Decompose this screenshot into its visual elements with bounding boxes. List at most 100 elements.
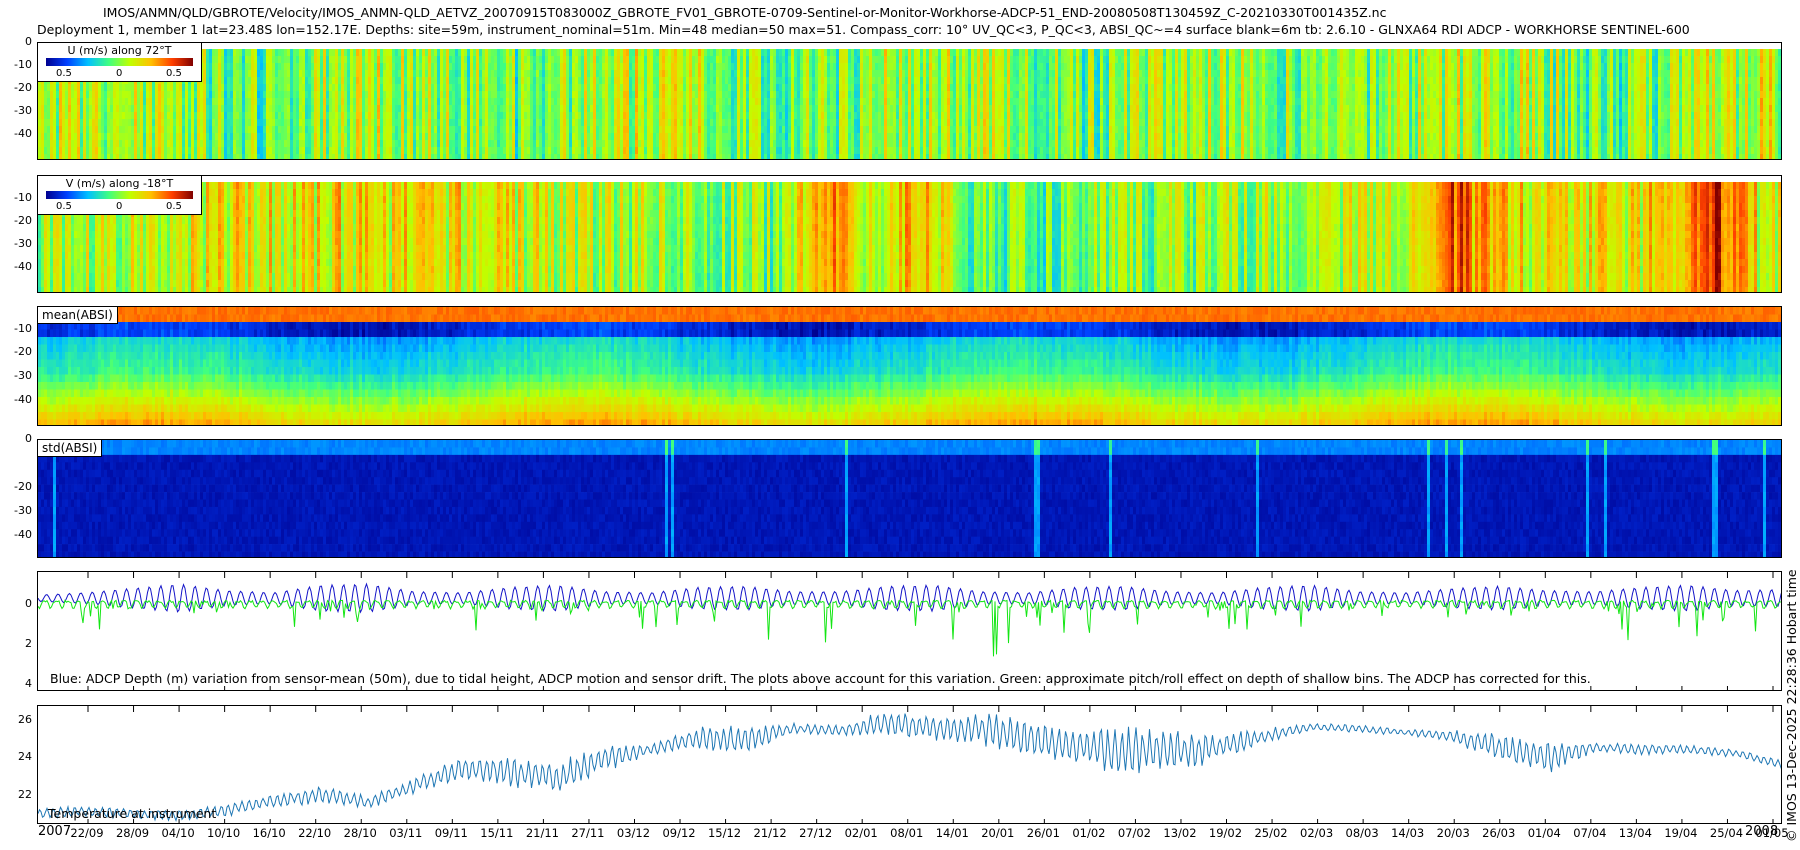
u-heatmap-cell	[662, 154, 666, 159]
u-heatmap-cell	[548, 98, 552, 106]
u-heatmap-cell	[293, 77, 297, 85]
u-heatmap-cell	[380, 154, 384, 159]
u-heatmap-cell	[314, 133, 318, 141]
u-heatmap-cell	[320, 119, 324, 127]
u-heatmap-cell	[575, 126, 579, 134]
u-heatmap-cell	[605, 77, 609, 85]
u-heatmap-cell	[50, 126, 54, 134]
u-heatmap-cell	[242, 126, 246, 134]
u-heatmap-cell	[926, 105, 930, 113]
u-heatmap-cell	[329, 49, 333, 57]
u-heatmap-cell	[590, 154, 594, 159]
u-heatmap-cell	[308, 49, 312, 57]
u-heatmap-cell	[68, 140, 72, 148]
u-heatmap-cell	[644, 147, 648, 155]
u-heatmap-cell	[539, 98, 543, 106]
u-heatmap-cell	[341, 70, 345, 78]
u-heatmap-cell	[866, 119, 870, 127]
u-heatmap-cell	[929, 56, 933, 64]
u-heatmap-cell	[740, 154, 744, 159]
u-heatmap-cell	[401, 63, 405, 71]
u-heatmap-cell	[884, 112, 888, 120]
u-heatmap-cell	[854, 84, 858, 92]
u-heatmap-cell	[413, 70, 417, 78]
u-heatmap-cell	[353, 63, 357, 71]
u-heatmap-cell	[374, 56, 378, 64]
u-heatmap-cell	[476, 112, 480, 120]
u-heatmap-cell	[554, 84, 558, 92]
u-heatmap-cell	[257, 91, 261, 99]
u-heatmap-cell	[95, 98, 99, 106]
u-heatmap-cell	[854, 154, 858, 159]
u-heatmap-cell	[833, 91, 837, 99]
u-heatmap-cell	[839, 56, 843, 64]
u-heatmap-cell	[485, 140, 489, 148]
u-heatmap-cell	[776, 91, 780, 99]
u-heatmap-cell	[485, 91, 489, 99]
u-heatmap-cell	[440, 56, 444, 64]
u-heatmap-cell	[764, 140, 768, 148]
u-heatmap-cell	[320, 49, 324, 57]
u-heatmap-cell	[335, 112, 339, 120]
u-heatmap-cell	[401, 84, 405, 92]
u-heatmap-cell	[362, 147, 366, 155]
u-heatmap-cell	[422, 105, 426, 113]
u-heatmap-cell	[761, 70, 765, 78]
u-heatmap-cell	[770, 49, 774, 57]
u-heatmap-cell	[413, 63, 417, 71]
u-heatmap-cell	[674, 56, 678, 64]
u-heatmap-cell	[302, 126, 306, 134]
u-heatmap-cell	[488, 140, 492, 148]
u-heatmap-cell	[833, 84, 837, 92]
u-heatmap-cell	[254, 112, 258, 120]
u-heatmap-cell	[227, 56, 231, 64]
u-heatmap-cell	[923, 105, 927, 113]
u-heatmap-cell	[692, 70, 696, 78]
u-heatmap-cell	[800, 49, 804, 57]
u-heatmap-cell	[653, 49, 657, 57]
u-heatmap-cell	[764, 63, 768, 71]
u-heatmap-cell	[548, 140, 552, 148]
u-heatmap-cell	[101, 84, 105, 92]
u-heatmap-cell	[506, 126, 510, 134]
u-heatmap-cell	[872, 140, 876, 148]
u-heatmap-cell	[491, 119, 495, 127]
u-heatmap-cell	[203, 154, 207, 159]
u-heatmap-cell	[266, 126, 270, 134]
u-heatmap-cell	[557, 98, 561, 106]
u-heatmap-cell	[230, 140, 234, 148]
u-heatmap-cell	[299, 154, 303, 159]
u-heatmap-cell	[392, 49, 396, 57]
u-heatmap-cell	[77, 112, 81, 120]
u-heatmap-cell	[110, 112, 114, 120]
u-heatmap-cell	[593, 98, 597, 106]
u-heatmap-cell	[416, 84, 420, 92]
u-heatmap-cell	[413, 154, 417, 159]
u-heatmap-cell	[398, 56, 402, 64]
u-heatmap-cell	[602, 63, 606, 71]
u-heatmap-cell	[512, 126, 516, 134]
u-heatmap-cell	[653, 105, 657, 113]
u-heatmap-cell	[854, 133, 858, 141]
u-heatmap-cell	[479, 77, 483, 85]
u-heatmap-cell	[578, 63, 582, 71]
u-heatmap-cell	[371, 49, 375, 57]
u-heatmap-cell	[716, 105, 720, 113]
u-heatmap-cell	[788, 133, 792, 141]
u-heatmap-cell	[602, 140, 606, 148]
u-heatmap-cell	[698, 63, 702, 71]
u-heatmap-cell	[920, 112, 924, 120]
u-heatmap-cell	[254, 133, 258, 141]
u-heatmap-cell	[77, 126, 81, 134]
u-heatmap-cell	[524, 49, 528, 57]
u-heatmap-cell	[722, 56, 726, 64]
u-heatmap-cell	[698, 119, 702, 127]
u-heatmap-cell	[647, 70, 651, 78]
u-heatmap-cell	[695, 63, 699, 71]
u-heatmap-cell	[917, 119, 921, 127]
u-heatmap-cell	[554, 98, 558, 106]
u-heatmap-cell	[965, 140, 969, 148]
u-heatmap-cell	[71, 126, 75, 134]
u-heatmap-cell	[383, 84, 387, 92]
u-heatmap-cell	[839, 91, 843, 99]
